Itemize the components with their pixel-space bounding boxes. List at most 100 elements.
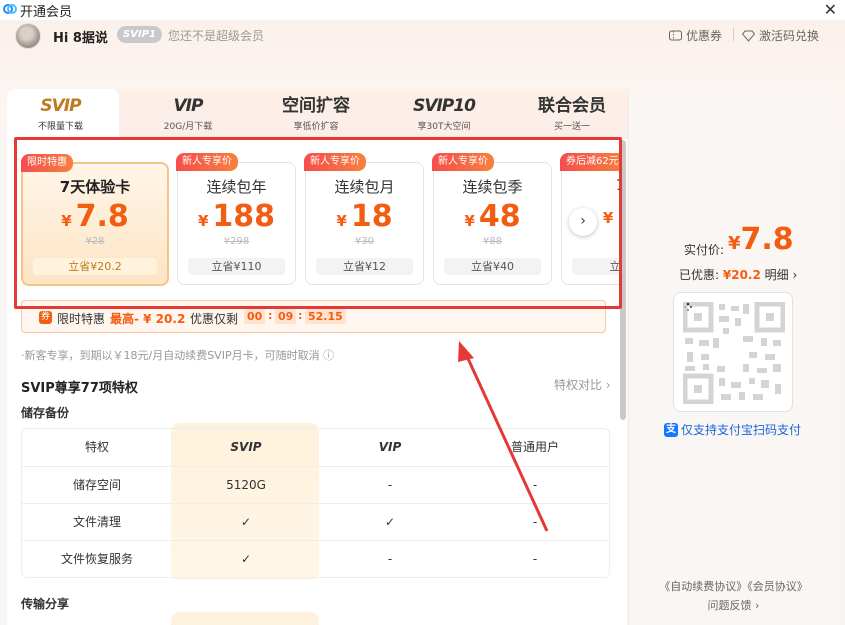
paid-price-value: 7.8: [740, 222, 794, 257]
plan-price: ¥48: [434, 198, 551, 236]
alipay-icon: 支: [664, 422, 678, 437]
discount-amount: ¥20.2: [722, 268, 761, 282]
plan-price: ¥18: [306, 198, 423, 236]
discount-detail-link[interactable]: 明细 ›: [765, 268, 798, 282]
header-normal-user: 普通用户: [510, 440, 559, 454]
row-vip-value: -: [387, 552, 393, 566]
alipay-tip-text: 仅支持支付宝扫码支付: [681, 423, 802, 437]
privileges-compare-link[interactable]: 特权对比 ›: [554, 376, 611, 393]
promo-label: 限时特惠: [57, 312, 106, 326]
tab-svip10-sub: 享30T大空间: [417, 122, 471, 132]
activation-code-link[interactable]: 激活码兑换: [742, 27, 819, 44]
countdown-minutes: 09: [275, 309, 297, 324]
table-row: 储存空间 5120G - -: [22, 466, 609, 503]
table-header-row: 特权 SVIP VIP 普通用户: [22, 429, 609, 466]
currency-symbol: ¥: [728, 233, 741, 254]
plan-card-quarterly[interactable]: 新人专享价 连续包季 ¥48 ¥88 立省¥40: [432, 153, 552, 285]
save-amount: 立省¥12: [316, 258, 413, 275]
plan-badge: 券后减62元: [560, 153, 620, 171]
header-svip: SVIP: [230, 440, 262, 454]
discount-label: 已优惠:: [679, 268, 720, 282]
header-privilege: 特权: [84, 440, 109, 454]
window-title: 开通会员: [20, 5, 73, 20]
agreements-links[interactable]: 《自动续费协议》《会员协议》: [628, 578, 839, 594]
plan-price: ¥188: [178, 198, 295, 236]
save-amount: 立省¥20.2: [33, 258, 157, 275]
countdown-seconds: 52.15: [305, 309, 346, 324]
price-value: 48: [478, 199, 521, 234]
currency-symbol: ¥: [464, 212, 475, 230]
countdown-hours: 00: [244, 309, 266, 324]
avatar[interactable]: [15, 23, 41, 49]
coupon-label: 优惠券: [686, 29, 723, 43]
paid-price-amount: ¥7.8: [728, 222, 794, 257]
plan-badge: 新人专享价: [176, 153, 238, 171]
original-price: ¥298: [223, 236, 250, 247]
tab-svip-sub: 不限量下载: [37, 122, 83, 132]
feedback-link[interactable]: 问题反馈 ›: [628, 597, 839, 613]
tab-svip[interactable]: SVIP 不限量下载: [28, 94, 93, 132]
row-privilege-name: 文件恢复服务: [60, 552, 133, 566]
next-plans-button[interactable]: ›: [569, 208, 597, 236]
plan-badge: 新人专享价: [304, 153, 366, 171]
plan-card-7day[interactable]: 限时特惠 7天体验卡 ¥7.8 ¥28 立省¥20.2: [21, 154, 169, 286]
countdown-colon: :: [268, 309, 273, 322]
tab-joint-membership[interactable]: 联合会员 买一送一: [533, 94, 611, 132]
plan-name: 1: [562, 176, 620, 194]
plan-name: 连续包月: [334, 178, 395, 196]
table-row: 文件恢复服务 ✓ - -: [22, 540, 609, 577]
row-vip-value: ✓: [384, 515, 396, 529]
row-svip-value: ✓: [240, 515, 252, 529]
row-svip-value: ✓: [240, 552, 252, 566]
ticket-icon: [669, 30, 682, 41]
price-value: 188: [212, 199, 276, 234]
price-value: 7.8: [75, 199, 129, 234]
tab-space-expansion-label: 空间扩容: [282, 96, 350, 116]
original-price: ¥30: [354, 236, 375, 247]
loading-spinner-icon: [684, 302, 693, 311]
tab-joint-membership-label: 联合会员: [538, 96, 606, 116]
header-divider: [733, 28, 734, 41]
promo-max-discount: 最高- ¥ 20.2: [110, 312, 186, 326]
currency-symbol: ¥: [61, 212, 72, 230]
tab-svip10[interactable]: SVIP10 享30T大空间: [406, 94, 482, 132]
plan-cards: 限时特惠 7天体验卡 ¥7.8 ¥28 立省¥20.2 新人专享价 连续包年 ¥…: [14, 148, 620, 298]
privileges-title: SVIP尊享77项特权: [21, 381, 138, 396]
svip-column-highlight-next: [171, 612, 319, 625]
section-transfer-title: 传输分享: [21, 597, 70, 611]
plan-badge: 新人专享价: [432, 153, 494, 171]
alipay-only-tip: 支 仅支持支付宝扫码支付: [664, 421, 801, 438]
tab-svip-label: SVIP: [40, 96, 81, 116]
promo-remaining-label: 优惠仅剩: [190, 312, 239, 326]
plan-name: 7天体验卡: [59, 178, 131, 196]
member-status-text: 您还不是超级会员: [168, 29, 265, 43]
row-vip-value: -: [387, 478, 393, 492]
coupon-link[interactable]: 优惠券: [669, 27, 722, 44]
tab-space-expansion[interactable]: 空间扩容 享低价扩容: [278, 94, 354, 132]
close-icon[interactable]: ✕: [824, 0, 837, 19]
row-privilege-name: 储存空间: [72, 478, 121, 492]
original-price: ¥88: [482, 236, 503, 247]
row-normal-value: -: [532, 552, 538, 566]
save-amount: 立省: [572, 258, 620, 275]
row-normal-value: -: [532, 478, 538, 492]
tab-vip[interactable]: VIP 20G/月下载: [153, 94, 223, 132]
row-svip-value: 5120G: [226, 478, 266, 492]
plan-card-yearly[interactable]: 新人专享价 连续包年 ¥188 ¥298 立省¥110: [176, 153, 296, 285]
countdown-colon: :: [298, 309, 303, 322]
chevron-right-icon: ›: [580, 213, 586, 229]
row-privilege-name: 文件清理: [72, 515, 121, 529]
discount-summary: 已优惠: ¥20.2 明细 ›: [679, 266, 797, 283]
tab-vip-label: VIP: [173, 96, 204, 116]
promo-countdown-bar: 券 限时特惠 最高- ¥ 20.2 优惠仅剩 00 : 09 : 52.15: [21, 300, 606, 333]
activate-label: 激活码兑换: [759, 29, 820, 43]
privileges-table: 特权 SVIP VIP 普通用户 储存空间 5120G - - 文件清理 ✓ ✓…: [21, 428, 610, 578]
save-amount: 立省¥110: [188, 258, 285, 275]
original-price: ¥28: [85, 236, 105, 247]
plan-card-monthly[interactable]: 新人专享价 连续包月 ¥18 ¥30 立省¥12: [304, 153, 424, 285]
auto-renew-note: ·新客专享，到期以￥18元/月自动续费SVIP月卡，可随时取消 ⓘ: [21, 349, 335, 362]
paid-price-label: 实付价:: [684, 243, 725, 257]
currency-symbol: ¥: [197, 212, 209, 230]
scrollbar-thumb[interactable]: [620, 140, 626, 420]
plan-price: ¥7.8: [23, 198, 167, 236]
